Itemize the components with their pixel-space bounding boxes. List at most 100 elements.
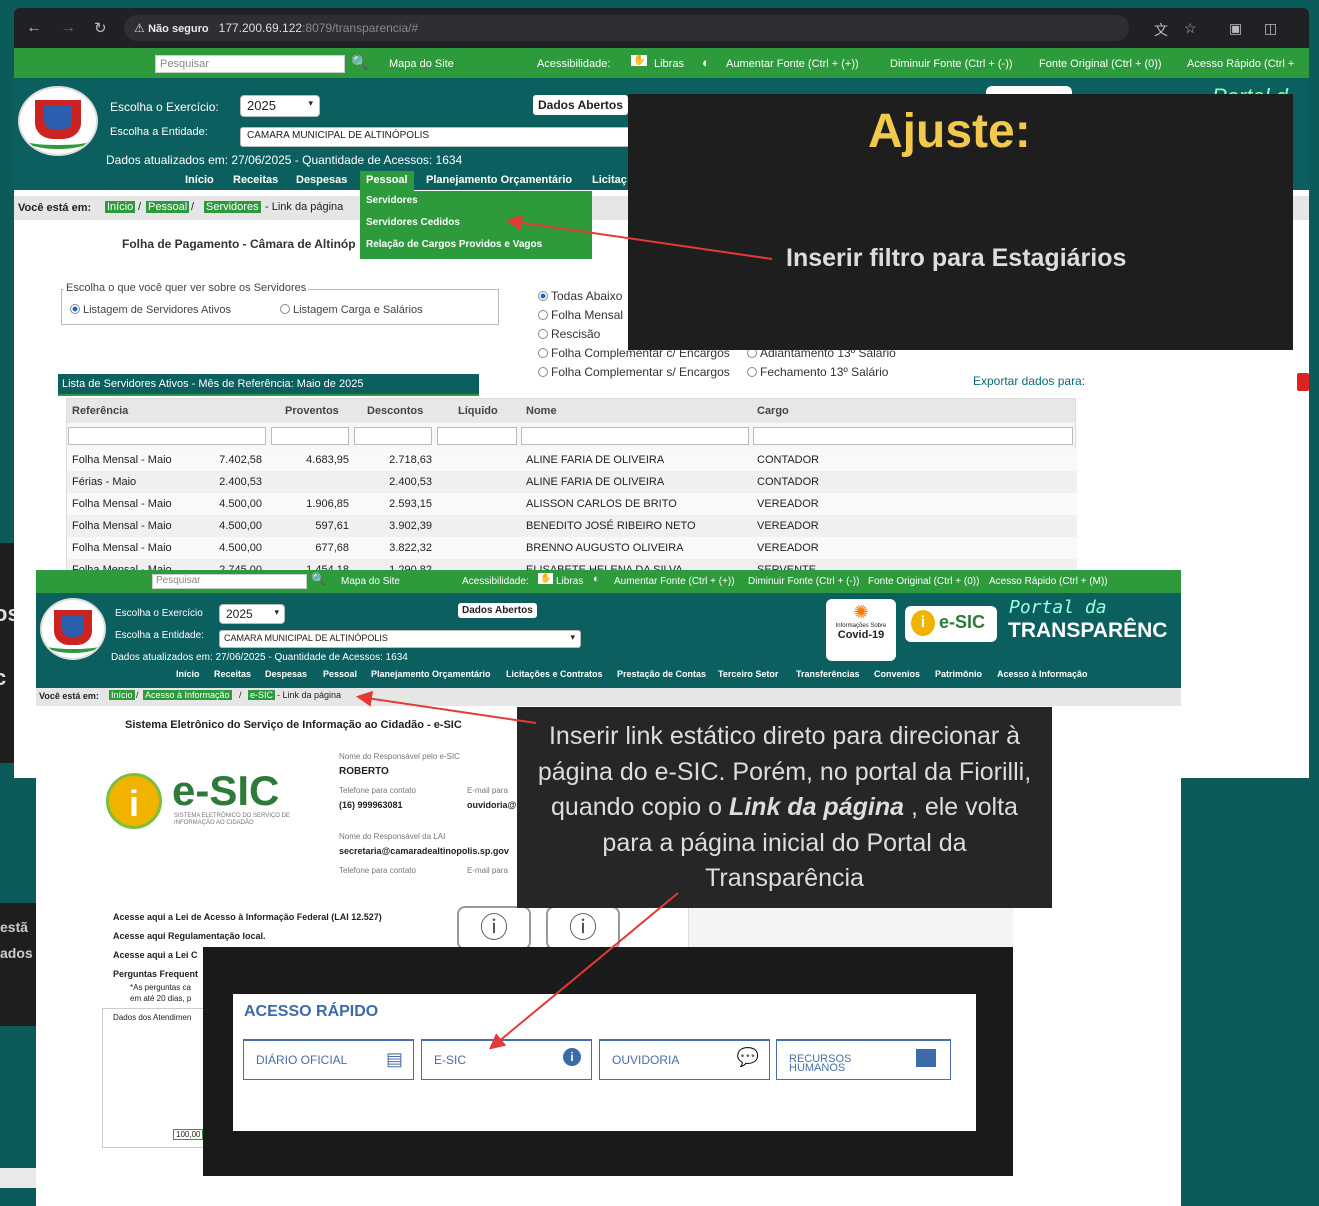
menu-receitas[interactable]: Receitas [233,174,278,186]
link-lai-federal[interactable]: Acesse aqui a Lei de Acesso à Informação… [113,908,382,927]
site-map-link[interactable]: Mapa do Site [389,58,454,70]
entity-select[interactable]: CAMARA MUNICIPAL DE ALTINÓPOLIS [240,127,640,147]
exercise-value-2: 2025 [226,607,253,621]
info-circle-icon: i [563,1048,581,1066]
extension-icon[interactable]: ▣ [1229,20,1242,37]
site-map-link-2[interactable]: Mapa do Site [341,576,400,587]
esic-badge[interactable]: i e-SIC [905,606,997,642]
resp-label: Nome do Responsável pelo e-SIC [339,752,460,761]
portal-title-bottom: TRANSPARÊNC [1008,619,1168,642]
menu-pessoal[interactable]: Pessoal [360,171,414,191]
breadcrumb-inicio[interactable]: Início [105,201,136,213]
increase-font-link[interactable]: Aumentar Fonte (Ctrl + (+)) [726,58,859,70]
table-row[interactable]: Folha Mensal - Maio 4.500,00 677,68 3.822,3… [67,537,1077,559]
libras-icon[interactable]: ✋ [631,55,648,66]
qa-esic[interactable]: E-SIC i [421,1039,592,1080]
menu2-planejamento[interactable]: Planejamento Orçamentário [371,669,491,679]
quick-access-link[interactable]: Acesso Rápido (Ctrl + [1187,58,1294,70]
menu-inicio[interactable]: Início [185,174,214,186]
filter-nome[interactable] [521,427,749,445]
entity-select-2[interactable]: CAMARA MUNICIPAL DE ALTINÓPOLIS ▾ [219,630,581,648]
filter-liquido[interactable] [437,427,517,445]
search-icon-2[interactable]: 🔍 [311,572,326,586]
star-icon[interactable]: ☆ [1184,20,1197,37]
menu2-licitacoes[interactable]: Licitações e Contratos [506,669,603,679]
decrease-font-link-2[interactable]: Diminuir Fonte (Ctrl + (-)) [748,576,859,587]
libras-icon-2[interactable]: ✋ [538,573,554,584]
libras-link[interactable]: Libras [654,58,684,70]
dropdown-cargos-vagos[interactable]: Relação de Cargos Providos e Vagos [360,235,592,257]
filter-proventos[interactable] [271,427,349,445]
puzzle-icon[interactable]: ◫ [1264,20,1277,37]
exercise-select[interactable]: 2025 ▾ [240,95,320,117]
breadcrumb-servidores[interactable]: Servidores [204,201,261,213]
decrease-font-link[interactable]: Diminuir Fonte (Ctrl + (-)) [890,58,1013,70]
open-data-button-2[interactable]: Dados Abertos [458,603,537,618]
menu2-receitas[interactable]: Receitas [214,669,251,679]
reload-icon[interactable]: ↻ [94,19,107,37]
back-icon[interactable]: ← [26,19,42,37]
covid-badge[interactable]: ✺ Informações Sobre Covid-19 [826,599,896,661]
quick-access-link-2[interactable]: Acesso Rápido (Ctrl + (M)) [989,576,1108,587]
menu2-patrimonio[interactable]: Patrimônio [935,669,982,679]
original-font-link-2[interactable]: Fonte Original (Ctrl + (0)) [868,576,979,587]
menu-licitacoes[interactable]: Licitaç [592,174,627,186]
menu-planejamento[interactable]: Planejamento Orçamentário [426,174,572,186]
filter-descontos[interactable] [354,427,432,445]
filter-referencia[interactable] [68,427,266,445]
menu2-despesas[interactable]: Despesas [265,669,307,679]
menu2-transferencias[interactable]: Transferências [796,669,860,679]
menu2-prestacao[interactable]: Prestação de Contas [617,669,706,679]
original-font-link[interactable]: Fonte Original (Ctrl + (0)) [1039,58,1162,70]
updated-text-2: Dados atualizados em: 27/06/2025 - Quant… [111,652,408,663]
breadcrumb2-acesso[interactable]: Acesso à Informação [143,690,232,700]
filter-cargo[interactable] [753,427,1073,445]
menu2-pessoal[interactable]: Pessoal [323,669,357,679]
radio-fechamento-13[interactable]: Fechamento 13º Salário [747,363,896,382]
increase-font-link-2[interactable]: Aumentar Fonte (Ctrl + (+)) [614,576,735,587]
col-proventos: Proventos [285,405,339,417]
breadcrumb2-inicio[interactable]: Início [109,690,135,700]
breadcrumb-pessoal[interactable]: Pessoal [146,201,190,213]
search-input[interactable]: Pesquisar [155,55,345,73]
radio-active-servants[interactable]: Listagem de Servidores Ativos [70,304,231,316]
search-info-icon-button[interactable]: ⓘ [546,906,620,950]
menu2-convenios[interactable]: Convenios [874,669,920,679]
lai-email[interactable]: secretaria@camaradealtinopolis.sp.gov [339,846,509,856]
libras-link-2[interactable]: Libras [556,576,583,587]
table-row[interactable]: Folha Mensal - Maio 7.402,58 4.683,95 2.718… [67,449,1077,471]
menu2-inicio[interactable]: Início [176,669,200,679]
bottom-breadcrumb: Você está em: Início / Acesso à Informaç… [36,688,1181,706]
export-pdf-icon[interactable] [1297,373,1309,391]
address-bar[interactable]: ⚠ Não seguro 177.200.69.122:8079/transpa… [124,15,1129,41]
radio-complementar-s[interactable]: Folha Complementar s/ Encargos [538,363,730,382]
table-row[interactable]: Folha Mensal - Maio 4.500,00 1.906,85 2.593… [67,493,1077,515]
menu2-terceiro-setor[interactable]: Terceiro Setor [718,669,778,679]
open-data-button[interactable]: Dados Abertos [533,95,628,115]
contrast-icon-2[interactable]: ◐ [593,573,600,585]
bottom-main-menu: Início Receitas Despesas Pessoal Planeja… [36,666,1181,684]
lai-icon-button[interactable]: ⓘ [457,906,531,950]
qa-recursos-humanos[interactable]: RECURSOS HUMANOS [776,1039,951,1080]
menu-despesas[interactable]: Despesas [296,174,347,186]
dropdown-servidores[interactable]: Servidores [360,191,592,213]
breadcrumb-page-link[interactable]: - Link da página [265,201,343,213]
table-row[interactable]: Folha Mensal - Maio 4.500,00 597,61 3.902,3… [67,515,1077,537]
search-input-2[interactable]: Pesquisar [152,574,307,589]
translate-icon[interactable]: 文 [1154,20,1168,40]
link-regulamentacao[interactable]: Acesse aqui Regulamentação local. [113,927,382,946]
menu2-acesso-informacao[interactable]: Acesso à Informação [997,669,1088,679]
url-host: 177.200.69.122 [218,21,303,35]
qa-diario-oficial[interactable]: DIÁRIO OFICIAL ▤ [243,1039,414,1080]
breadcrumb2-page-link[interactable]: - Link da página [277,690,341,700]
dropdown-servidores-cedidos[interactable]: Servidores Cedidos [360,213,592,235]
email-value[interactable]: ouvidoria@ [467,800,516,810]
contrast-icon[interactable]: ◐ [702,55,710,70]
forward-icon[interactable]: → [60,19,76,37]
radio-cargo-salarios[interactable]: Listagem Carga e Salários [280,304,423,316]
search-icon[interactable]: 🔍 [351,54,368,71]
qa-ouvidoria[interactable]: OUVIDORIA 💬 [599,1039,770,1080]
exercise-select-2[interactable]: 2025 ▾ [219,604,285,624]
table-row[interactable]: Férias - Maio 2.400,53 2.400,53 ALINE FARIA… [67,471,1077,493]
breadcrumb2-esic[interactable]: e-SIC [248,690,276,700]
